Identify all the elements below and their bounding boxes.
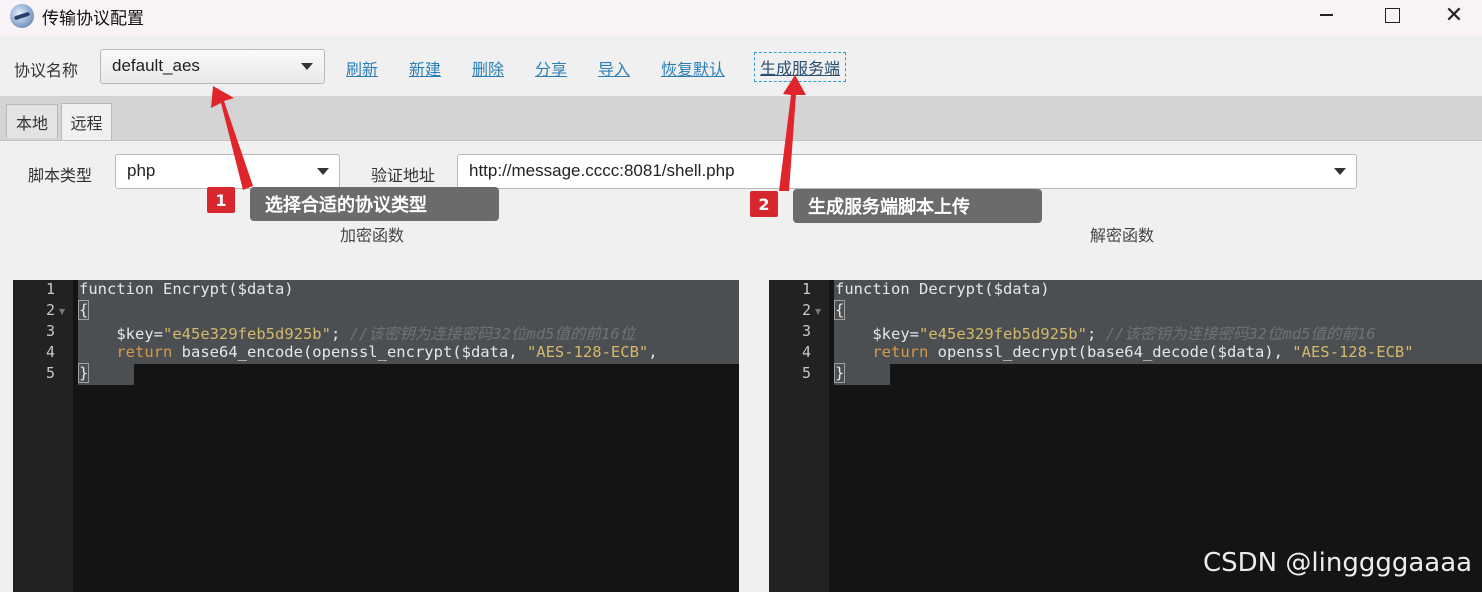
script-type-value: php xyxy=(127,161,156,180)
selection-highlight xyxy=(78,301,739,322)
decrypt-code-editor[interactable]: 1 2 3 4 5 ▼ function Decrypt($data) { $k… xyxy=(769,280,1482,592)
generate-server-link[interactable]: 生成服务端 xyxy=(754,52,847,82)
share-link[interactable]: 分享 xyxy=(535,56,567,80)
close-icon: ✕ xyxy=(1444,2,1464,28)
close-button[interactable]: ✕ xyxy=(1424,0,1482,30)
refresh-link[interactable]: 刷新 xyxy=(346,56,378,80)
chevron-down-icon xyxy=(317,168,329,175)
window-title: 传输协议配置 xyxy=(42,9,144,29)
tab-strip xyxy=(0,96,1482,141)
maximize-icon xyxy=(1384,7,1400,23)
script-type-select[interactable]: php xyxy=(115,154,340,189)
fold-arrow-icon[interactable]: ▼ xyxy=(815,307,821,316)
minimize-icon xyxy=(1319,14,1333,16)
encrypt-function-title: 加密函数 xyxy=(340,226,405,245)
selection-highlight xyxy=(834,301,1482,322)
code-line: $key="e45e329feb5d925b"; //该密钥为连接密码32位md… xyxy=(79,325,636,343)
code-line: function Decrypt($data) xyxy=(835,280,1050,298)
verify-url-select[interactable]: http://message.cccc:8081/shell.php xyxy=(457,154,1357,189)
script-type-label: 脚本类型 xyxy=(28,166,93,185)
protocol-name-label: 协议名称 xyxy=(14,61,79,80)
protocol-name-select[interactable]: default_aes xyxy=(100,49,325,84)
verify-url-label: 验证地址 xyxy=(371,166,436,185)
verify-url-value: http://message.cccc:8081/shell.php xyxy=(469,161,735,180)
delete-link[interactable]: 删除 xyxy=(472,56,504,80)
restore-default-link[interactable]: 恢复默认 xyxy=(661,56,725,80)
maximize-button[interactable] xyxy=(1362,0,1422,30)
callout-text-2: 生成服务端脚本上传 xyxy=(793,189,1042,223)
callout-badge-2: 2 xyxy=(750,191,778,217)
chevron-down-icon xyxy=(301,63,313,70)
line-number: 5 xyxy=(45,364,55,382)
app-icon xyxy=(10,4,34,28)
import-link[interactable]: 导入 xyxy=(598,56,630,80)
callout-badge-1: 1 xyxy=(207,187,235,213)
new-link[interactable]: 新建 xyxy=(409,56,441,80)
fold-arrow-icon[interactable]: ▼ xyxy=(59,307,65,316)
code-line: } xyxy=(833,363,846,383)
minimize-button[interactable] xyxy=(1296,0,1356,30)
code-line: { xyxy=(833,300,846,320)
line-number: 1 xyxy=(45,280,55,298)
line-number: 1 xyxy=(801,280,811,298)
code-line: { xyxy=(77,300,90,320)
callout-text-1: 选择合适的协议类型 xyxy=(250,187,499,221)
tab-remote[interactable]: 远程 xyxy=(61,103,112,140)
title-bar: 传输协议配置 ✕ xyxy=(0,0,1482,36)
code-line: return openssl_decrypt(base64_decode($da… xyxy=(872,343,1414,361)
line-number: 2 xyxy=(801,301,811,319)
line-number: 5 xyxy=(801,364,811,382)
protocol-name-value: default_aes xyxy=(112,56,200,75)
line-number: 2 xyxy=(45,301,55,319)
encrypt-code-editor[interactable]: 1 2 3 4 5 ▼ function Encrypt($data) { $k… xyxy=(13,280,739,592)
watermark: CSDN @linggggaaaa xyxy=(1203,548,1473,578)
line-number: 3 xyxy=(801,322,811,340)
line-number: 3 xyxy=(45,322,55,340)
code-line: } xyxy=(77,363,90,383)
code-line: return base64_encode(openssl_encrypt($da… xyxy=(116,343,658,361)
code-line: function Encrypt($data) xyxy=(79,280,294,298)
tab-local[interactable]: 本地 xyxy=(6,104,58,138)
line-number: 4 xyxy=(801,343,811,361)
chevron-down-icon xyxy=(1334,168,1346,175)
code-line: $key="e45e329feb5d925b"; //该密钥为连接密码32位md… xyxy=(835,325,1376,343)
line-number: 4 xyxy=(45,343,55,361)
decrypt-function-title: 解密函数 xyxy=(1090,226,1155,245)
